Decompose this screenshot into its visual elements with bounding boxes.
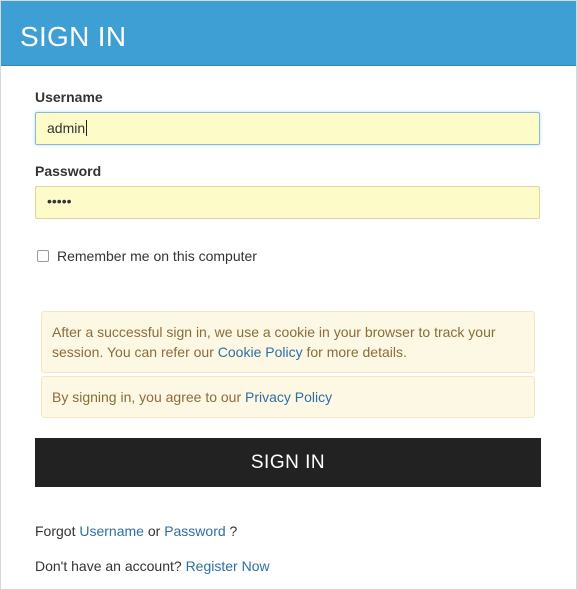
forgot-or: or: [143, 523, 165, 539]
remember-me-checkbox[interactable]: [37, 250, 49, 262]
register-now-link[interactable]: Register Now: [186, 558, 270, 574]
forgot-password-link[interactable]: Password: [164, 523, 225, 539]
password-label: Password: [35, 163, 102, 179]
cookie-notice: After a successful sign in, we use a coo…: [41, 311, 535, 373]
cookie-policy-link[interactable]: Cookie Policy: [218, 344, 303, 360]
cookie-notice-text-end: for more details.: [302, 344, 407, 360]
text-caret: [86, 120, 88, 136]
privacy-notice: By signing in, you agree to our Privacy …: [41, 376, 535, 418]
register-line: Don't have an account? Register Now: [35, 558, 270, 574]
page-title: SIGN IN: [20, 21, 127, 52]
register-prefix: Don't have an account?: [35, 558, 186, 574]
password-masked-value: •••••: [47, 193, 72, 209]
username-label: Username: [35, 89, 103, 105]
remember-me-row[interactable]: Remember me on this computer: [37, 247, 257, 265]
forgot-credentials-line: Forgot Username or Password ?: [35, 523, 237, 539]
remember-me-label[interactable]: Remember me on this computer: [57, 248, 257, 264]
forgot-prefix: Forgot: [35, 523, 80, 539]
forgot-suffix: ?: [225, 523, 238, 539]
header-bar: SIGN IN: [1, 1, 576, 66]
forgot-username-link[interactable]: Username: [79, 523, 144, 539]
username-field[interactable]: admin: [35, 112, 540, 145]
privacy-notice-text: By signing in, you agree to our: [52, 389, 246, 405]
privacy-policy-link[interactable]: Privacy Policy: [245, 389, 332, 405]
signin-panel: SIGN IN Username admin Password ••••• Re…: [0, 0, 577, 590]
sign-in-button[interactable]: SIGN IN: [35, 438, 541, 487]
username-value: admin: [47, 120, 88, 136]
password-field[interactable]: •••••: [35, 186, 540, 219]
